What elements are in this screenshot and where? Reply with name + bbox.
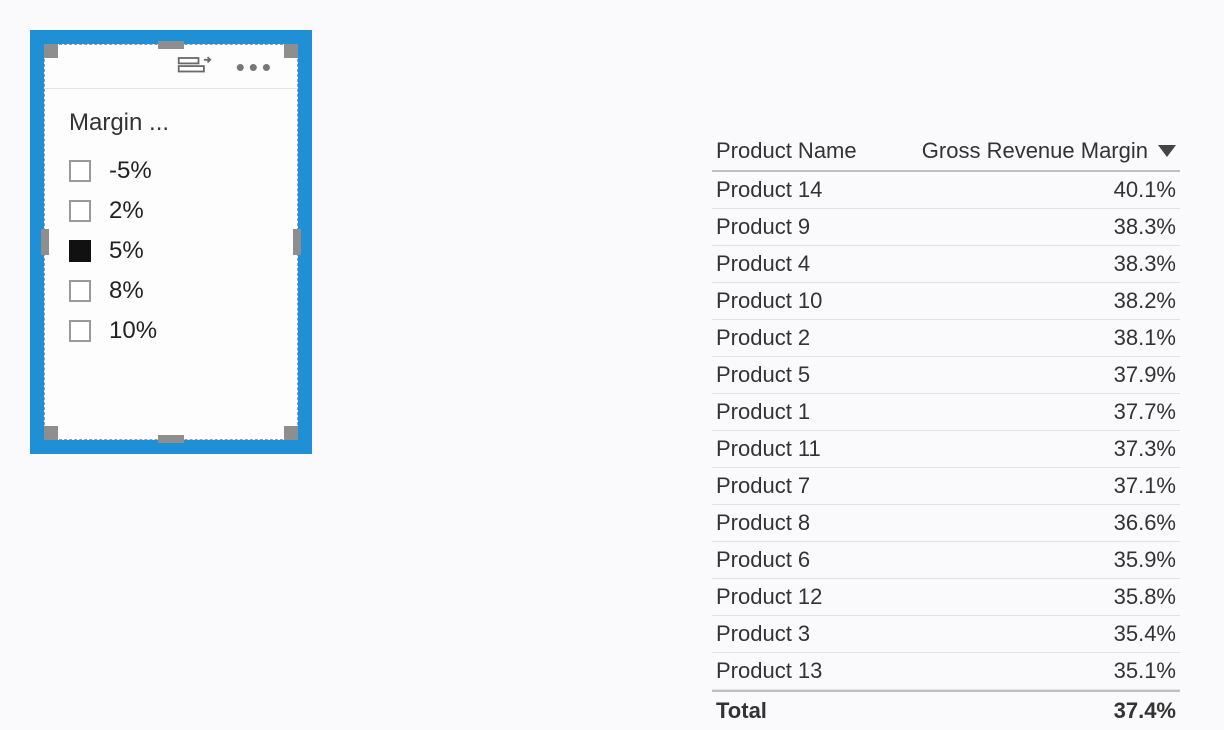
slicer-option[interactable]: 5%	[69, 231, 297, 271]
cell-margin-value: 37.7%	[1114, 399, 1176, 425]
cell-product-name: Product 7	[716, 473, 810, 499]
slicer-title: Margin ...	[45, 89, 297, 151]
slicer-visual-selected-frame: ••• Margin ... -5% 2% 5% 8% 10%	[30, 30, 312, 454]
resize-handle-top[interactable]	[158, 41, 184, 49]
table-row[interactable]: Product 7 37.1%	[712, 468, 1180, 505]
cell-margin-value: 37.1%	[1114, 473, 1176, 499]
cell-product-name: Product 1	[716, 399, 810, 425]
cell-product-name: Product 8	[716, 510, 810, 536]
cell-product-name: Product 13	[716, 658, 822, 684]
slicer-option-label: 10%	[109, 317, 157, 345]
slicer-option-label: 8%	[109, 277, 144, 305]
table-header-row: Product Name Gross Revenue Margin	[712, 138, 1180, 172]
table-row[interactable]: Product 11 37.3%	[712, 431, 1180, 468]
resize-handle-bl[interactable]	[44, 426, 58, 440]
resize-handle-br[interactable]	[284, 426, 298, 440]
cell-product-name: Product 4	[716, 251, 810, 277]
total-value: 37.4%	[1114, 698, 1176, 724]
slicer-checkbox[interactable]	[69, 160, 91, 182]
cell-margin-value: 37.3%	[1114, 436, 1176, 462]
sort-desc-icon[interactable]	[1158, 145, 1176, 157]
resize-handle-tl[interactable]	[44, 44, 58, 58]
slicer-checkbox[interactable]	[69, 320, 91, 342]
column-header-gross-revenue-margin[interactable]: Gross Revenue Margin	[922, 138, 1176, 164]
cell-product-name: Product 12	[716, 584, 822, 610]
slicer-options-list: -5% 2% 5% 8% 10%	[45, 151, 297, 351]
cell-margin-value: 37.9%	[1114, 362, 1176, 388]
table-body: Product 14 40.1% Product 9 38.3% Product…	[712, 172, 1180, 690]
slicer-option[interactable]: 2%	[69, 191, 297, 231]
cell-product-name: Product 3	[716, 621, 810, 647]
cell-product-name: Product 14	[716, 177, 822, 203]
slicer-option-label: 5%	[109, 237, 144, 265]
cell-margin-value: 35.1%	[1114, 658, 1176, 684]
cell-product-name: Product 10	[716, 288, 822, 314]
table-row[interactable]: Product 2 38.1%	[712, 320, 1180, 357]
slicer-checkbox[interactable]	[69, 280, 91, 302]
table-total-row: Total 37.4%	[712, 690, 1180, 730]
resize-handle-tr[interactable]	[284, 44, 298, 58]
table-row[interactable]: Product 8 36.6%	[712, 505, 1180, 542]
cell-margin-value: 35.9%	[1114, 547, 1176, 573]
cell-product-name: Product 11	[716, 436, 821, 462]
cell-product-name: Product 9	[716, 214, 810, 240]
table-row[interactable]: Product 3 35.4%	[712, 616, 1180, 653]
slicer-option[interactable]: -5%	[69, 151, 297, 191]
cell-product-name: Product 6	[716, 547, 810, 573]
column-header-product-name[interactable]: Product Name	[716, 138, 857, 164]
cell-margin-value: 35.8%	[1114, 584, 1176, 610]
cell-margin-value: 35.4%	[1114, 621, 1176, 647]
cell-margin-value: 38.1%	[1114, 325, 1176, 351]
resize-handle-bottom[interactable]	[158, 435, 184, 443]
table-row[interactable]: Product 9 38.3%	[712, 209, 1180, 246]
table-row[interactable]: Product 5 37.9%	[712, 357, 1180, 394]
slicer-checkbox[interactable]	[69, 240, 91, 262]
column-header-label: Gross Revenue Margin	[922, 138, 1148, 164]
slicer-option-label: -5%	[109, 157, 152, 185]
cell-margin-value: 36.6%	[1114, 510, 1176, 536]
resize-handle-right[interactable]	[293, 229, 301, 255]
cell-product-name: Product 5	[716, 362, 810, 388]
slicer-option[interactable]: 8%	[69, 271, 297, 311]
slicer-visual[interactable]: ••• Margin ... -5% 2% 5% 8% 10%	[44, 44, 298, 440]
table-visual[interactable]: Product Name Gross Revenue Margin Produc…	[712, 138, 1180, 730]
table-row[interactable]: Product 4 38.3%	[712, 246, 1180, 283]
more-options-icon[interactable]: •••	[236, 54, 275, 80]
slicer-checkbox[interactable]	[69, 200, 91, 222]
table-row[interactable]: Product 1 37.7%	[712, 394, 1180, 431]
table-row[interactable]: Product 13 35.1%	[712, 653, 1180, 690]
slicer-option[interactable]: 10%	[69, 311, 297, 351]
cell-margin-value: 38.3%	[1114, 251, 1176, 277]
slicer-option-label: 2%	[109, 197, 144, 225]
table-row[interactable]: Product 6 35.9%	[712, 542, 1180, 579]
cell-product-name: Product 2	[716, 325, 810, 351]
cell-margin-value: 38.3%	[1114, 214, 1176, 240]
cell-margin-value: 40.1%	[1114, 177, 1176, 203]
resize-handle-left[interactable]	[41, 229, 49, 255]
table-row[interactable]: Product 12 35.8%	[712, 579, 1180, 616]
slicer-header: •••	[45, 45, 297, 89]
cell-margin-value: 38.2%	[1114, 288, 1176, 314]
table-row[interactable]: Product 10 38.2%	[712, 283, 1180, 320]
slicer-type-icon[interactable]	[176, 55, 212, 79]
table-row[interactable]: Product 14 40.1%	[712, 172, 1180, 209]
total-label: Total	[716, 698, 767, 724]
